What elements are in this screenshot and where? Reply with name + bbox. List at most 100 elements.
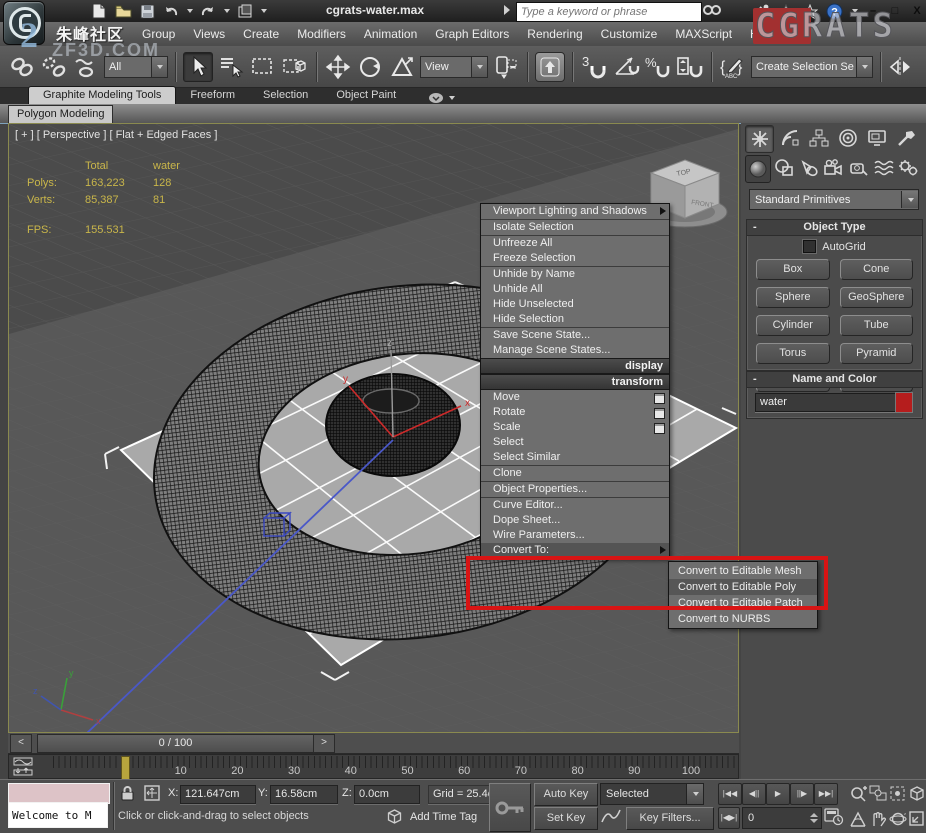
- viewport-label[interactable]: [ + ] [ Perspective ] [ Flat + Edged Fac…: [15, 129, 217, 141]
- current-frame-marker[interactable]: [121, 756, 130, 780]
- redo-icon[interactable]: [199, 2, 217, 20]
- menu-item-dope-sheet[interactable]: Dope Sheet...: [481, 513, 669, 528]
- ribbon-tab-object-paint[interactable]: Object Paint: [322, 87, 410, 104]
- mirror-icon[interactable]: [888, 53, 916, 81]
- macro-recorder-pane[interactable]: [8, 783, 110, 804]
- star-outline-icon[interactable]: [802, 3, 818, 19]
- ribbon-tab-selection[interactable]: Selection: [249, 87, 322, 104]
- select-object-button[interactable]: [183, 51, 213, 82]
- scale-icon[interactable]: [388, 53, 416, 81]
- utilities-tab-icon[interactable]: [892, 125, 919, 151]
- named-selection-sets-dropdown[interactable]: Create Selection Se: [751, 55, 873, 78]
- menu-item-curve-editor[interactable]: Curve Editor...: [481, 498, 669, 513]
- maxscript-listener-pane[interactable]: Welcome to M: [8, 802, 108, 828]
- hierarchy-tab-icon[interactable]: [805, 125, 832, 151]
- menu-item-viewport-lighting-and-shadows[interactable]: Viewport Lighting and Shadows: [481, 204, 669, 219]
- add-time-tag[interactable]: Add Time Tag: [410, 811, 477, 823]
- project-folder-icon[interactable]: [236, 2, 254, 20]
- undo-icon[interactable]: [162, 2, 180, 20]
- edit-named-selection-sets-icon[interactable]: {} ABC: [719, 53, 747, 81]
- select-by-name-icon[interactable]: [217, 53, 245, 81]
- lights-category-icon[interactable]: [797, 155, 821, 181]
- y-coordinate-field[interactable]: 16.58cm: [270, 785, 338, 804]
- reference-coordinate-dropdown[interactable]: View: [420, 55, 488, 78]
- set-key-button[interactable]: Set Key: [534, 807, 598, 830]
- maximize-button[interactable]: □: [888, 5, 902, 17]
- rotate-icon[interactable]: [356, 53, 384, 81]
- ribbon-minimize-icon[interactable]: [428, 92, 456, 104]
- rollout-collapse-icon[interactable]: -: [753, 220, 757, 235]
- time-slider-handle[interactable]: 0 / 100: [37, 734, 314, 753]
- help-icon[interactable]: ?: [826, 3, 843, 20]
- zoom-extents-all-icon[interactable]: [907, 782, 926, 805]
- previous-frame-button[interactable]: ◀||: [742, 783, 766, 805]
- snap-toggle-3d-icon[interactable]: 3: [580, 53, 608, 81]
- angle-snap-icon[interactable]: [612, 53, 640, 81]
- close-button[interactable]: X: [910, 5, 924, 17]
- menu-item-rotate[interactable]: Rotate: [481, 405, 669, 420]
- menu-item-unhide-by-name[interactable]: Unhide by Name: [481, 267, 669, 282]
- zoom-all-icon[interactable]: [868, 782, 887, 805]
- use-pivot-center-icon[interactable]: [492, 53, 520, 81]
- auto-key-button[interactable]: Auto Key: [534, 783, 598, 806]
- absolute-mode-transform-icon[interactable]: [143, 784, 161, 802]
- move-icon[interactable]: [324, 53, 352, 81]
- next-frame-button[interactable]: ||▶: [790, 783, 814, 805]
- menu-animation[interactable]: Animation: [355, 22, 426, 46]
- menu-item-wire-parameters[interactable]: Wire Parameters...: [481, 528, 669, 543]
- field-of-view-icon[interactable]: [848, 807, 867, 830]
- default-in-out-tangent-icon[interactable]: [600, 807, 622, 827]
- save-file-icon[interactable]: [138, 2, 156, 20]
- helpers-category-icon[interactable]: [847, 155, 871, 181]
- go-to-start-button[interactable]: |◀◀: [718, 783, 742, 805]
- minimize-button[interactable]: –: [866, 5, 880, 17]
- zoom-icon[interactable]: [848, 782, 867, 805]
- menu-item-save-scene-state[interactable]: Save Scene State...: [481, 328, 669, 343]
- spacewarps-category-icon[interactable]: [872, 155, 896, 181]
- display-tab-icon[interactable]: [863, 125, 890, 151]
- modify-tab-icon[interactable]: [776, 125, 803, 151]
- percent-snap-icon[interactable]: %: [644, 53, 672, 81]
- bind-to-spacewarp-icon[interactable]: [72, 53, 100, 81]
- create-cone-button[interactable]: Cone: [839, 259, 913, 280]
- selection-set-key-dropdown[interactable]: Selected: [600, 783, 704, 805]
- cameras-category-icon[interactable]: [822, 155, 846, 181]
- create-tube-button[interactable]: Tube: [839, 315, 913, 336]
- set-keys-button[interactable]: [489, 783, 531, 832]
- spinner-arrows-icon[interactable]: [810, 813, 821, 823]
- select-link-icon[interactable]: [8, 53, 36, 81]
- menu-item-object-properties[interactable]: Object Properties...: [481, 482, 669, 497]
- settings-box-icon[interactable]: [654, 408, 665, 419]
- autogrid-checkbox[interactable]: [803, 240, 817, 253]
- search-box[interactable]: [516, 2, 702, 22]
- menu-item-select-similar[interactable]: Select Similar: [481, 450, 669, 465]
- z-coordinate-field[interactable]: 0.0cm: [354, 785, 420, 804]
- menu-rendering[interactable]: Rendering: [518, 22, 591, 46]
- submenu-item-convert-to-nurbs[interactable]: Convert to NURBS: [669, 611, 817, 627]
- go-to-end-button[interactable]: ▶▶|: [814, 783, 838, 805]
- menu-item-freeze-selection[interactable]: Freeze Selection: [481, 251, 669, 266]
- previous-frame-arrow[interactable]: <: [10, 734, 32, 753]
- window-crossing-toggle-icon[interactable]: [281, 53, 309, 81]
- create-pyramid-button[interactable]: Pyramid: [839, 343, 913, 364]
- geometry-category-icon[interactable]: [745, 155, 771, 183]
- create-box-button[interactable]: Box: [756, 259, 830, 280]
- isolate-selection-cube-icon[interactable]: [386, 808, 403, 825]
- rollout-collapse-icon[interactable]: -: [753, 372, 757, 387]
- orbit-icon[interactable]: [888, 807, 907, 830]
- undo-dropdown-icon[interactable]: [187, 9, 193, 13]
- menu-help[interactable]: Help: [741, 22, 784, 46]
- menu-item-move[interactable]: Move: [481, 390, 669, 405]
- systems-category-icon[interactable]: [897, 155, 921, 181]
- menu-item-hide-unselected[interactable]: Hide Unselected: [481, 297, 669, 312]
- menu-modifiers[interactable]: Modifiers: [288, 22, 355, 46]
- dropdown-arrow-icon[interactable]: [151, 56, 167, 77]
- primitives-category-dropdown[interactable]: Standard Primitives: [749, 189, 919, 210]
- menu-item-scale[interactable]: Scale: [481, 420, 669, 435]
- menu-graph-editors[interactable]: Graph Editors: [426, 22, 518, 46]
- next-frame-arrow[interactable]: >: [313, 734, 335, 753]
- key-filters-button[interactable]: Key Filters...: [626, 807, 714, 830]
- menu-customize[interactable]: Customize: [592, 22, 667, 46]
- new-file-icon[interactable]: [90, 2, 108, 20]
- menu-views[interactable]: Views: [184, 22, 234, 46]
